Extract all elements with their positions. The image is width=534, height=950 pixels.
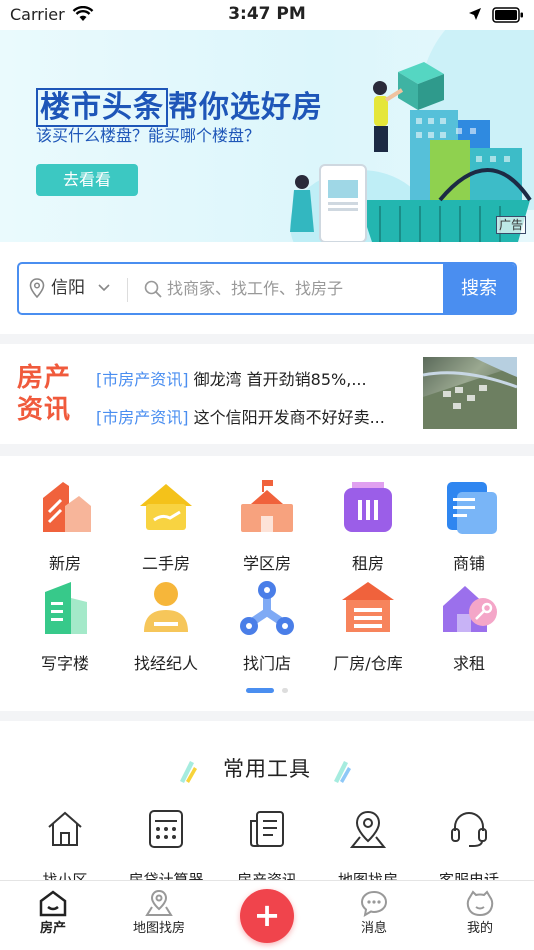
bottom-tab-bar: 房产 地图找房 + 消息 我的 [0, 880, 534, 950]
store-icon [240, 581, 294, 635]
office-building-icon [45, 582, 87, 634]
add-post-button[interactable]: + [240, 889, 294, 943]
category-new-house[interactable]: 新房 [15, 478, 115, 574]
second-hand-house-icon [140, 484, 192, 530]
title-decoration-icon [334, 761, 351, 783]
tool-customer-service[interactable]: 客服电话 [419, 809, 519, 881]
category-label: 新房 [48, 554, 81, 573]
category-warehouse[interactable]: 厂房/仓库 [318, 578, 418, 674]
school-district-icon [241, 480, 293, 532]
tab-profile[interactable]: 我的 [427, 881, 533, 936]
category-school-district[interactable]: 学区房 [217, 478, 317, 574]
tool-map-search[interactable]: 地图找房 [318, 809, 418, 881]
section-gap [0, 444, 534, 456]
buildings-illustration [290, 62, 532, 242]
divider [127, 278, 128, 302]
category-label: 租房 [351, 554, 384, 573]
category-grid: 新房 二手房 学区房 租房 商铺 写字楼 找经纪人 找门店 厂房/仓库 求租 [0, 456, 534, 711]
headset-icon [451, 812, 487, 847]
category-wanted-rent[interactable]: 求租 [419, 578, 519, 674]
news-headline: 御龙湾 首开劲销85%,... [193, 370, 367, 389]
category-agent[interactable]: 找经纪人 [116, 578, 216, 674]
tab-label: 我的 [466, 921, 493, 936]
tab-label: 消息 [360, 921, 387, 936]
news-section: 房产 资讯 [市房产资讯] 御龙湾 首开劲销85%,... [市房产资讯] 这个… [0, 344, 534, 444]
wanted-rent-icon [443, 586, 497, 632]
category-label: 学区房 [242, 554, 291, 573]
category-label: 商铺 [452, 554, 485, 573]
status-bar: Carrier 3:47 PM [0, 0, 534, 30]
rental-icon [344, 482, 392, 532]
news-logo: 房产 资讯 [17, 363, 72, 425]
category-label: 找经纪人 [133, 654, 198, 673]
warehouse-icon [342, 582, 394, 632]
search-input[interactable]: 找商家、找工作、找房子 [167, 264, 343, 313]
category-label: 写字楼 [40, 654, 89, 673]
category-label: 求租 [452, 654, 485, 673]
map-pin-icon [349, 810, 387, 848]
shop-icon [447, 482, 497, 534]
search-button[interactable]: 搜索 [443, 264, 515, 313]
tools-title: 常用工具 [223, 757, 311, 781]
home-icon [39, 890, 67, 917]
tool-real-estate-news[interactable]: 房产资讯 [217, 809, 317, 881]
tab-map[interactable]: 地图找房 [106, 881, 212, 936]
section-gap [0, 711, 534, 721]
profile-icon [466, 890, 494, 917]
search-bar: 信阳 找商家、找工作、找房子 搜索 [17, 262, 517, 315]
category-label: 二手房 [141, 554, 190, 573]
tab-messages[interactable]: 消息 [321, 881, 427, 936]
message-icon [360, 890, 388, 917]
category-shop[interactable]: 商铺 [419, 478, 519, 574]
city-selector[interactable]: 信阳 [27, 264, 85, 313]
category-store[interactable]: 找门店 [217, 578, 317, 674]
news-tag: [市房产资讯] [96, 408, 189, 427]
app-screen: Carrier 3:47 PM 楼市头条 帮你选好房 该买什么楼盘？能买哪个楼盘… [0, 0, 534, 950]
new-house-icon [43, 482, 91, 532]
category-rental[interactable]: 租房 [318, 478, 418, 574]
location-arrow-icon [469, 8, 481, 20]
map-icon [145, 889, 173, 916]
news-headline: 这个信阳开发商不好好卖... [193, 408, 385, 427]
news-thumbnail[interactable] [423, 357, 517, 429]
ad-badge: 广告 [496, 216, 526, 234]
category-label: 厂房/仓库 [333, 654, 403, 673]
news-icon [250, 811, 284, 847]
category-label: 找门店 [242, 654, 291, 673]
clock: 3:47 PM [228, 4, 306, 24]
category-second-hand[interactable]: 二手房 [116, 478, 216, 574]
banner-headline: 楼市头条 帮你选好房 [36, 82, 323, 127]
community-icon [48, 811, 82, 846]
page-dot [282, 688, 288, 693]
plus-icon: + [253, 896, 281, 934]
category-office-building[interactable]: 写字楼 [15, 578, 115, 674]
search-section: 信阳 找商家、找工作、找房子 搜索 [0, 242, 534, 334]
page-dot-active [246, 688, 274, 693]
tool-mortgage-calculator[interactable]: 房贷计算器 [116, 809, 216, 881]
tools-section: 常用工具 找小区 房贷计算器 房产资讯 地图找房 客服电话 [0, 721, 534, 881]
calculator-icon [149, 810, 183, 848]
agent-icon [144, 582, 188, 632]
tool-find-community[interactable]: 找小区 [15, 809, 115, 881]
tab-label: 地图找房 [132, 921, 185, 936]
news-tag: [市房产资讯] [96, 370, 189, 389]
battery-icon [492, 7, 523, 23]
section-gap [0, 334, 534, 344]
banner-subtitle: 该买什么楼盘？能买哪个楼盘？ [36, 126, 261, 145]
chevron-down-icon[interactable] [97, 282, 111, 294]
news-item[interactable]: [市房产资讯] 御龙湾 首开劲销85%,... [96, 366, 367, 390]
tab-home[interactable]: 房产 [0, 881, 106, 936]
news-item[interactable]: [市房产资讯] 这个信阳开发商不好好卖... [96, 404, 385, 428]
banner-cta-button[interactable]: 去看看 [36, 164, 138, 196]
search-icon [144, 280, 162, 298]
promo-banner[interactable]: 楼市头条 帮你选好房 该买什么楼盘？能买哪个楼盘？ 去看看 广告 [0, 30, 534, 242]
tab-label: 房产 [39, 921, 66, 936]
